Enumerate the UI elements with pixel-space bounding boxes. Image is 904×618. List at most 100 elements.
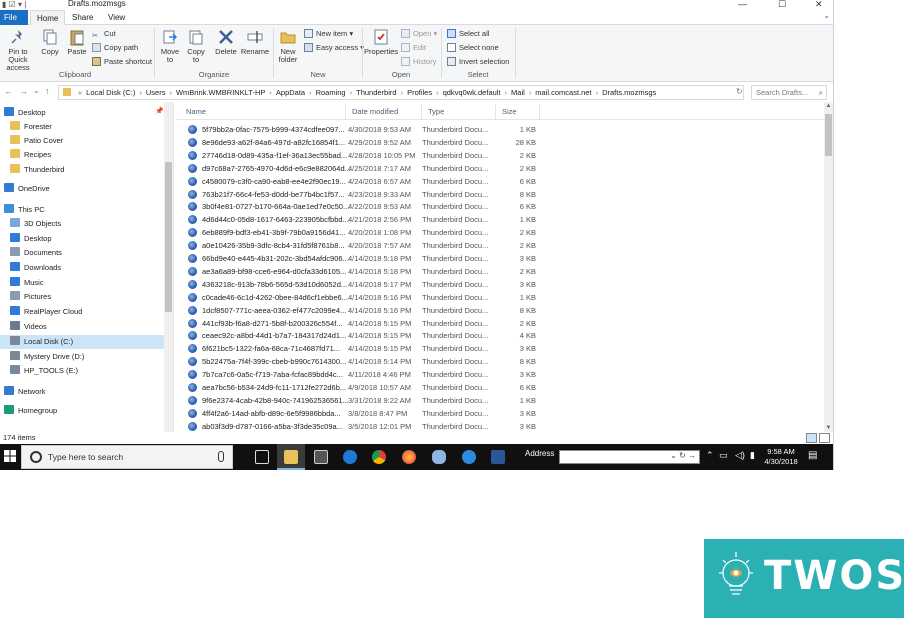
column-type[interactable]: Type [422,104,496,120]
file-row[interactable]: 1dcf8507-771c-aeea-0362-ef477c2099e4... 4… [184,304,814,317]
nav-item[interactable]: Thunderbird [0,163,164,177]
file-row[interactable]: 6f621bc5-1322-fa6a-68ca-71c4687fd71... 4/… [184,342,814,355]
recent-locations-button[interactable]: ⌄ [33,86,40,95]
back-button[interactable]: ← [4,86,13,96]
breadcrumb-separator-icon[interactable]: › [596,88,599,97]
address-go-icon[interactable]: ⌄ ↻ → [670,451,696,460]
tray-overflow-icon[interactable]: ⌃ [706,450,714,461]
file-row[interactable]: d97c68a7-2765-4970-4d6d-e6c9e882064d... 4… [184,162,814,175]
file-row[interactable]: aea7bc56-b534-24d9-fc11-1712fe272d6b... 4… [184,381,814,394]
close-button[interactable]: ✕ [815,0,823,10]
large-icons-view-icon[interactable] [819,433,830,443]
battery-icon[interactable]: ▮ [750,450,755,461]
calculator-taskbar-button[interactable] [307,444,335,470]
address-toolbar-input[interactable]: ⌄ ↻ → [559,450,700,464]
taskbar-search-input[interactable]: Type here to search [21,445,233,469]
history-button[interactable]: History [401,56,436,68]
rename-button[interactable]: Rename [240,28,270,56]
nav-item[interactable]: Videos [0,320,164,334]
path-box[interactable]: «Local Disk (C:) › Users › WmBrink.WMBRINKLT… [58,85,744,100]
breadcrumb-separator-icon[interactable]: › [139,88,142,97]
breadcrumb-separator-icon[interactable]: › [350,88,353,97]
pin-quick-access-button[interactable]: Pin to Quick access [0,28,36,72]
file-row[interactable]: c4580079-c3f0-ca90-eab8-ee4e2f90ec19... 4… [184,175,814,188]
breadcrumb-item[interactable]: mail.comcast.net [535,88,591,97]
word-taskbar-button[interactable] [484,444,512,470]
breadcrumb-item[interactable]: qdkvq0wk.default [443,88,501,97]
breadcrumb-separator-icon[interactable]: › [169,88,172,97]
column-name[interactable]: Name [180,104,346,120]
volume-icon[interactable]: ◁) [735,450,745,461]
copy-path-button[interactable]: Copy path [92,42,138,54]
file-row[interactable]: 27746d18-0d89-435a-f1ef-36a13ec55bad... 4… [184,149,814,162]
maximize-button[interactable]: ☐ [778,0,786,10]
breadcrumb-item[interactable]: AppData [276,88,305,97]
nav-item[interactable]: HP_TOOLS (E:) [0,364,164,378]
nav-item[interactable]: Local Disk (C:) [0,335,164,349]
forward-button[interactable]: → [19,86,28,96]
nav-item[interactable]: Pictures [0,290,164,304]
select-all-button[interactable]: Select all [447,28,489,40]
delete-button[interactable]: Delete [212,28,240,56]
edit-button[interactable]: Edit [401,42,426,54]
file-row[interactable]: 6eb889f9-bdf3-eb41-3b9f-79b0a9156d41... 4… [184,226,814,239]
file-row[interactable]: ceaec92c-a8bd-44d1-b7a7-184317d24d1... 4/… [184,329,814,342]
breadcrumb-item[interactable]: Profiles [407,88,432,97]
file-row[interactable]: ae3a6a89-bf98-cce6-e964-d0cfa33d6105... 4… [184,265,814,278]
select-none-button[interactable]: Select none [447,42,499,54]
nav-item[interactable]: Patio Cover [0,134,164,148]
notification-icon[interactable]: ▤ [808,450,817,461]
taskbar-clock[interactable]: 9:58 AM 4/30/2018 [762,447,800,467]
new-item-button[interactable]: New item ▾ [304,28,353,40]
file-list-scrollbar-thumb[interactable] [825,114,832,156]
breadcrumb-item[interactable]: Thunderbird [356,88,396,97]
details-view-icon[interactable] [806,433,817,443]
easy-access-button[interactable]: Easy access ▾ [304,42,364,54]
file-row[interactable]: a0e10426-35b9-3dfc-8cb4-31fd5f8761b8... 4… [184,239,814,252]
file-list-scrollbar[interactable]: ▲ ▼ [824,102,833,432]
scroll-down-icon[interactable]: ▼ [824,424,833,432]
properties-button[interactable]: Properties [364,28,398,56]
file-row[interactable]: 5b22475a-7f4f-399c-cbeb-b990c7614300... 4… [184,355,814,368]
file-row[interactable]: 4d6d44c0-05d8-1617-6463-223905bcfbbd... 4… [184,213,814,226]
breadcrumb-item[interactable]: Roaming [316,88,346,97]
file-row[interactable]: 66bd9e40-e445-4b31-202c-3bd54afdc906... 4… [184,252,814,265]
open-button[interactable]: Open ▾ [401,28,437,40]
breadcrumb-separator-icon[interactable]: › [309,88,312,97]
file-row[interactable]: 763b21f7-66c4-fe53-d0dd-be77b4bc1f57... 4… [184,188,814,201]
refresh-icon[interactable]: ↻ [736,87,743,96]
network-icon[interactable]: ▭ [719,450,728,461]
file-row[interactable]: ab03f3d9-d787-0166-a5ba-3f3de35c09a... 3/… [184,420,814,432]
breadcrumb-separator-icon[interactable]: › [436,88,439,97]
nav-item[interactable]: Homegroup [0,404,164,418]
nav-scrollbar[interactable] [164,102,173,432]
up-button[interactable]: ↑ [45,86,50,96]
nav-item[interactable]: This PC [0,203,164,217]
search-input[interactable]: Search Drafts... ⌕ [751,85,827,100]
nav-item[interactable]: Network [0,385,164,399]
breadcrumb-separator-icon[interactable]: › [505,88,508,97]
breadcrumb-item[interactable]: Users [146,88,166,97]
file-row[interactable]: 3b0f4e81-0727-b170-664a-0ae1ed7e0c50... 4… [184,200,814,213]
paste-shortcut-button[interactable]: Paste shortcut [92,56,152,68]
breadcrumb-separator-icon[interactable]: › [529,88,532,97]
tab-file[interactable]: File [0,10,28,25]
file-row[interactable]: c0cade46-6c1d-4262-0bee-84d6cf1ebbe6... 4… [184,291,814,304]
chrome-taskbar-button[interactable] [365,444,393,470]
firefox-taskbar-button[interactable] [395,444,423,470]
breadcrumb-item[interactable]: Local Disk (C:) [86,88,135,97]
nav-item[interactable]: 3D Objects [0,217,164,231]
file-row[interactable]: 5f79bb2a-0fac-7575-b999-4374cdfee097... 4… [184,123,814,136]
thunderbird-taskbar-button[interactable] [425,444,453,470]
tab-view[interactable]: View [102,10,131,25]
tab-home[interactable]: Home [30,10,66,25]
column-size[interactable]: Size [496,104,540,120]
breadcrumb-item[interactable]: Drafts.mozmsgs [602,88,656,97]
file-row[interactable]: 7b7ca7c6-0a5c-f719-7aba-fcfac89bdd4c... 4… [184,368,814,381]
nav-item[interactable]: Desktop [0,232,164,246]
nav-item[interactable]: Desktop [0,106,164,120]
move-to-button[interactable]: Move to [158,28,182,64]
breadcrumb-item[interactable]: WmBrink.WMBRINKLT-HP [176,88,265,97]
scroll-up-icon[interactable]: ▲ [824,102,833,110]
new-folder-button[interactable]: New folder [276,28,300,64]
